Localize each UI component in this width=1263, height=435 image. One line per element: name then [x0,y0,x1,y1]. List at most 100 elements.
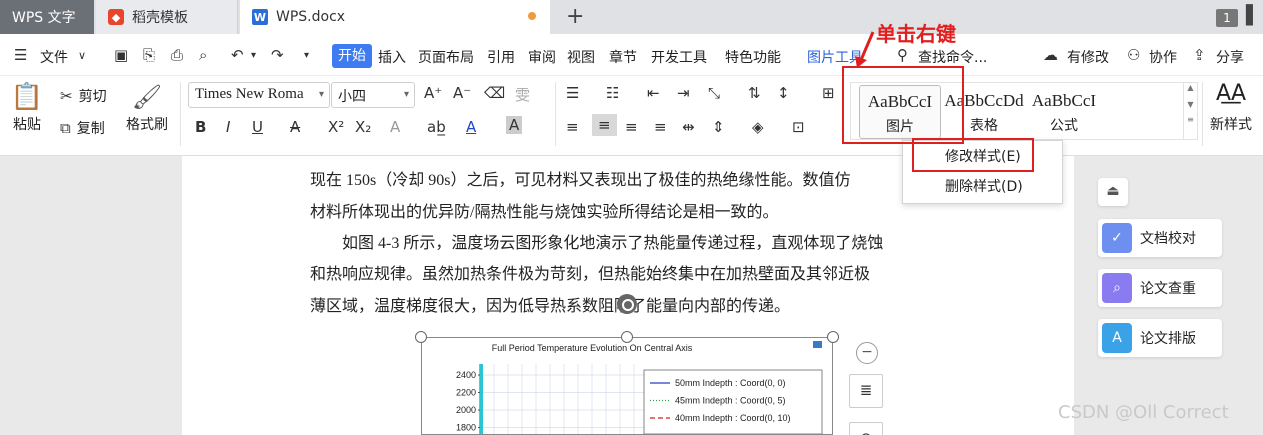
font-family-select[interactable]: Times New Roma ▾ [188,82,330,108]
resize-handle[interactable] [621,331,633,343]
increase-indent-icon[interactable]: ⇥ [677,84,690,102]
text-direction-icon[interactable]: ⤡ [708,84,720,102]
proofread-button[interactable]: ✓ 文档校对 [1098,219,1222,257]
align-center-icon[interactable]: ≡ [592,114,617,136]
paragraph-spacing-icon[interactable]: ⇕ [712,118,725,136]
border-icon[interactable]: ⊡ [792,118,805,136]
menu-chapter[interactable]: 章节 [609,47,637,67]
watermark: CSDN @Oll Correct [1058,402,1229,423]
plagiarism-check-button[interactable]: ⌕ 论文查重 [1098,269,1222,307]
phonetic-guide-icon[interactable]: 雯 [515,84,530,105]
paragraph-line[interactable]: 材料所体现出的优异防/隔热性能与烧蚀实验所得结论是相一致的。 [310,198,778,222]
highlight-icon[interactable]: ab̲ [427,118,446,136]
undo-dropdown-icon[interactable]: ▾ [251,50,256,61]
menu-start[interactable]: 开始 [332,44,372,68]
chart-image[interactable]: Full Period Temperature Evolution On Cen… [421,337,833,435]
align-right-icon[interactable]: ≡ [625,118,638,136]
divider [180,82,181,146]
customize-dropdown-icon[interactable]: ▾ [304,50,309,61]
collaborate-icon: ⚇ [1127,46,1141,64]
shading-icon[interactable]: ◈ [752,118,764,136]
text-effect-icon[interactable]: A [390,118,400,136]
underline-icon[interactable]: U [252,118,263,136]
print-preview-icon[interactable]: ⌕ [199,46,207,64]
plagiarism-label: 论文查重 [1140,281,1196,297]
decrease-indent-icon[interactable]: ⇤ [647,84,660,102]
menu-references[interactable]: 引用 [487,47,515,67]
numbered-list-icon[interactable]: ☷ [606,84,619,102]
scroll-up-icon[interactable]: ▲ [1184,83,1197,92]
paragraph-line[interactable]: 和热响应规律。虽然加热条件极为苛刻，但热能始终集中在加热壁面及其邻近极 [310,260,870,284]
menu-insert[interactable]: 插入 [378,47,406,67]
strikethrough-icon[interactable]: A [290,118,300,136]
char-shading-icon[interactable]: A [506,116,523,134]
paragraph-line[interactable]: 如图 4-3 所示，温度场云图形象化地演示了热能量传递过程，直观体现了烧蚀 [310,229,883,253]
tab-document[interactable]: W WPS.docx [240,0,550,34]
resize-handle[interactable] [415,331,427,343]
bold-icon[interactable]: B [195,118,206,136]
save-icon[interactable]: ▣ [114,46,128,64]
scroll-down-icon[interactable]: ▼ [1184,100,1197,109]
proofread-label: 文档校对 [1140,231,1196,247]
annotation-highlight-box [842,66,964,144]
collapse-panel-icon[interactable]: ⏏ [1098,178,1128,206]
export-icon[interactable]: ⎘ [143,46,155,64]
align-left-icon[interactable]: ≡ [566,118,579,136]
y-tick-label: 2400 [456,370,476,380]
zoom-icon[interactable]: ⊕ [849,422,883,435]
menu-features[interactable]: 特色功能 [725,47,781,67]
clipboard-icon: 📋 [10,82,44,112]
delete-style-item[interactable]: 删除样式(D) [903,173,1062,201]
font-color-icon[interactable]: A [466,118,476,136]
menu-view[interactable]: 视图 [567,47,595,67]
menu-file[interactable]: 文件 [40,47,68,67]
bullet-list-icon[interactable]: ☰ [566,84,579,102]
paragraph-line[interactable]: 薄区域，温度梯度很大，因为低导热系数阻隔了能量向内部的传递。 [310,292,790,316]
clear-format-icon[interactable]: ⌫ [484,84,505,102]
chevron-down-icon[interactable]: ∨ [78,49,86,62]
increase-font-icon[interactable]: A⁺ [424,84,442,102]
hamburger-icon[interactable]: ☰ [14,46,27,64]
more-windows-icon[interactable]: ▌ [1246,5,1260,26]
tab-wps-writer[interactable]: WPS 文字 [0,0,94,34]
rotate-handle-icon[interactable] [617,294,637,314]
resize-handle[interactable] [827,331,839,343]
font-size-select[interactable]: 小四 ▾ [331,82,415,108]
modified-button[interactable]: 有修改 [1067,47,1109,67]
window-count-badge[interactable]: 1 [1216,9,1238,27]
undo-icon[interactable]: ↶ [231,46,244,64]
share-button[interactable]: 分享 [1216,47,1244,67]
menu-review[interactable]: 审阅 [528,47,556,67]
collapse-icon[interactable]: − [856,342,878,364]
collaborate-button[interactable]: 协作 [1149,47,1177,67]
paper-layout-button[interactable]: A 论文排版 [1098,319,1222,357]
copy-button[interactable]: ⧉ 复制 [60,118,105,138]
decrease-font-icon[interactable]: A⁻ [453,84,471,102]
redo-icon[interactable]: ↷ [271,46,284,64]
tab-docer-template[interactable]: ◆ 稻壳模板 [96,0,238,34]
line-spacing-icon[interactable]: ↕ [777,84,790,102]
superscript-icon[interactable]: X² [328,118,344,136]
expand-gallery-icon[interactable]: ≡ [1184,115,1197,124]
print-icon[interactable]: ⎙ [171,46,183,64]
sort-icon[interactable]: ⇅ [748,84,761,102]
format-painter-button[interactable]: 🖌 格式刷 [122,82,172,134]
justify-icon[interactable]: ≡ [654,118,667,136]
new-style-button[interactable]: A͟A 新样式 [1206,82,1256,134]
style-gallery-scrollbar[interactable]: ▲ ▼ ≡ [1183,83,1197,139]
menu-page-layout[interactable]: 页面布局 [418,47,474,67]
table-icon[interactable]: ⊞ [822,84,835,102]
export-icon [813,341,822,348]
paste-button[interactable]: 📋 粘贴 [8,82,46,134]
style-tile-formula[interactable]: AaBbCcI 公式 [1023,85,1105,139]
distributed-icon[interactable]: ⇹ [682,118,695,136]
layout-options-icon[interactable]: ≣ [849,374,883,408]
italic-icon[interactable]: I [226,118,230,136]
subscript-icon[interactable]: X₂ [355,118,371,136]
new-tab-button[interactable]: + [566,4,584,29]
y-tick-label: 2200 [456,388,476,398]
cut-button[interactable]: ✂ 剪切 [60,86,107,106]
command-search[interactable]: 查找命令... [918,47,987,67]
menu-developer[interactable]: 开发工具 [651,47,707,67]
paragraph-line[interactable]: 现在 150s（冷却 90s）之后，可见材料又表现出了极佳的热绝缘性能。数值仿 [310,166,850,190]
